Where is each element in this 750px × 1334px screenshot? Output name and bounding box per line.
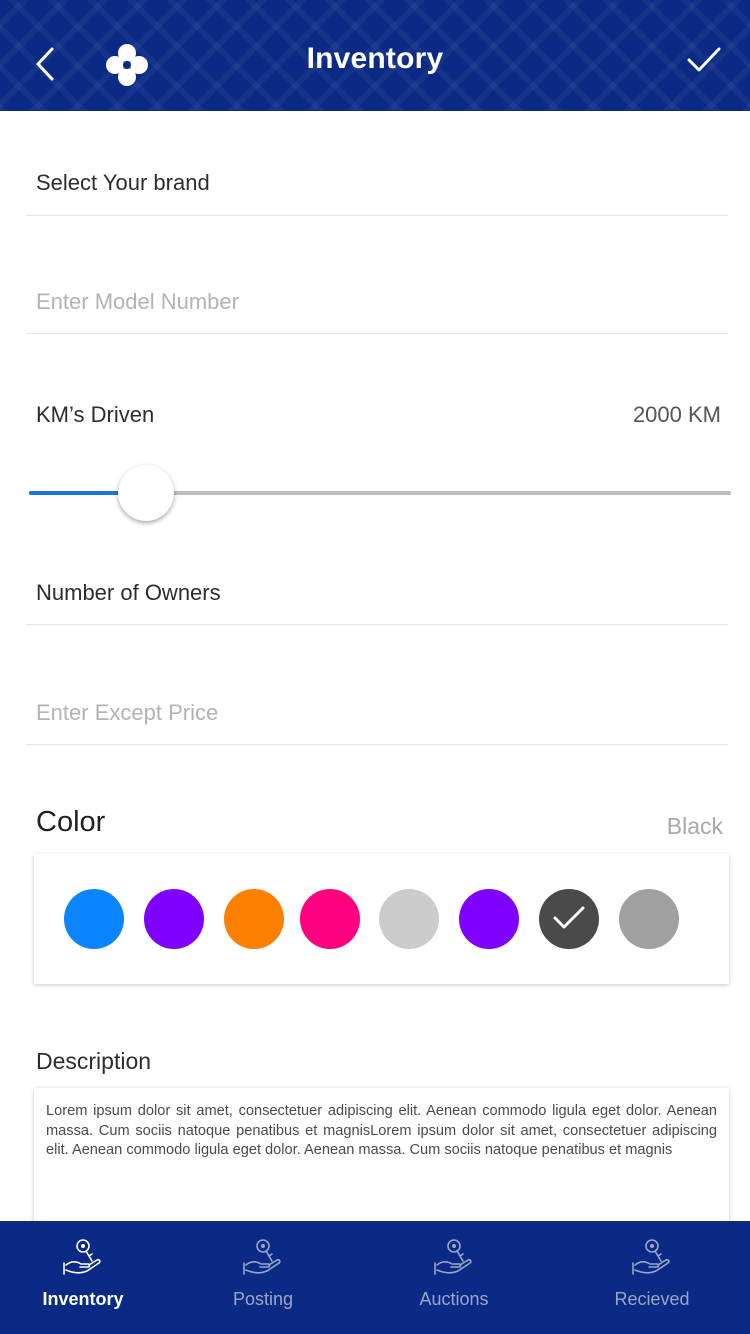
nav-label: Auctions: [419, 1289, 489, 1309]
nav-label: Posting: [232, 1289, 294, 1309]
selected-color-name: Black: [666, 813, 723, 839]
app-header: Inventory: [0, 0, 750, 111]
divider: [26, 744, 728, 745]
description-title: Description: [36, 1048, 152, 1074]
divider: [26, 215, 728, 216]
nav-item-auctions[interactable]: Auctions: [379, 1221, 529, 1334]
divider: [26, 333, 728, 334]
brand-select[interactable]: Select Your brand: [36, 170, 210, 196]
bottom-nav: Inventory Posting Auctions Recieved: [0, 1221, 750, 1334]
color-swatch[interactable]: [539, 889, 599, 949]
owners-select[interactable]: Number of Owners: [36, 580, 221, 606]
nav-item-recieved[interactable]: Recieved: [577, 1221, 727, 1334]
color-swatch[interactable]: [459, 889, 519, 949]
check-icon: [553, 906, 585, 929]
hand-key-icon: [434, 1239, 472, 1275]
check-icon[interactable]: [686, 44, 722, 76]
hand-key-icon: [63, 1239, 101, 1275]
hand-key-icon: [243, 1239, 281, 1275]
km-driven-value: 2000 KM: [632, 402, 721, 427]
color-swatch[interactable]: [300, 889, 360, 949]
km-driven-label: KM’s Driven: [36, 402, 155, 427]
color-swatch[interactable]: [64, 889, 124, 949]
color-swatch[interactable]: [144, 889, 204, 949]
color-title: Color: [36, 806, 106, 838]
nav-item-inventory[interactable]: Inventory: [8, 1221, 158, 1334]
km-slider[interactable]: [29, 465, 731, 521]
nav-label: Inventory: [42, 1289, 124, 1309]
slider-thumb[interactable]: [118, 465, 174, 521]
page-title: Inventory: [306, 42, 444, 75]
price-input[interactable]: Enter Except Price: [36, 700, 218, 726]
color-swatch[interactable]: [224, 889, 284, 949]
nav-item-posting[interactable]: Posting: [188, 1221, 338, 1334]
divider: [26, 624, 728, 625]
color-picker: [34, 854, 729, 984]
nav-label: Recieved: [614, 1289, 690, 1309]
color-swatch[interactable]: [619, 889, 679, 949]
model-number-input[interactable]: Enter Model Number: [36, 289, 239, 315]
hand-key-icon: [632, 1239, 670, 1275]
color-swatch[interactable]: [379, 889, 439, 949]
